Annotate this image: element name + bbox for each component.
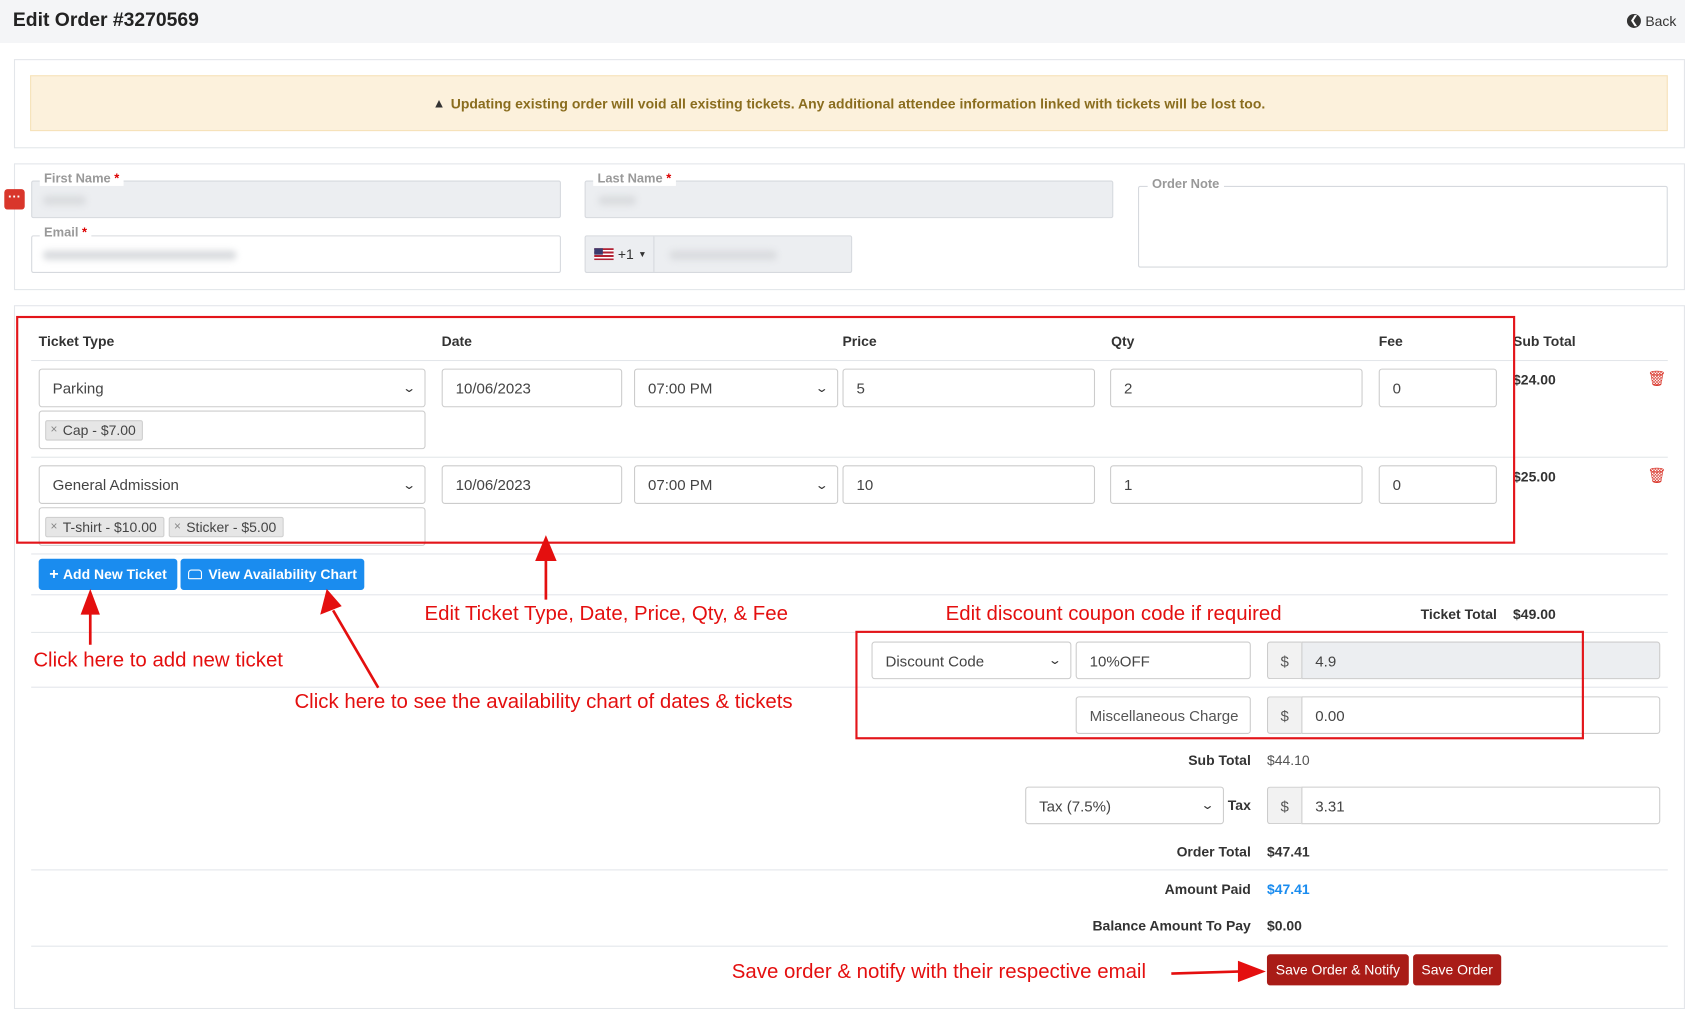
phone-field[interactable]: +1 ▼ [584,235,853,273]
order-note-field[interactable] [1138,185,1668,268]
tax-select[interactable]: Tax (7.5%) ⌄ [1025,786,1224,825]
divider [31,553,1668,555]
col-subtotal: Sub Total [1513,333,1576,350]
car-icon [187,569,202,580]
page-title: Edit Order #3270569 [12,8,199,31]
row-subtotal: $25.00 [1513,468,1556,485]
ticket-total-label: Ticket Total [1420,606,1497,623]
availability-label: View Availability Chart [208,566,357,583]
view-availability-button[interactable]: View Availability Chart [180,558,365,590]
row-subtotal: $24.00 [1513,371,1556,388]
annotation-availability: Click here to see the availability chart… [294,690,793,714]
annotation-edit-discount: Edit discount coupon code if required [945,602,1282,626]
annotation-edit-tickets: Edit Ticket Type, Date, Price, Qty, & Fe… [424,602,788,626]
caret-down-icon: ▼ [638,249,647,259]
tax-label: Tax [1227,797,1251,814]
chevron-down-icon: ⌄ [1200,799,1215,813]
back-button[interactable]: ❮ Back [1627,13,1676,29]
last-name-label: Last Name * [593,170,676,186]
save-order-notify-button[interactable]: Save Order & Notify [1266,954,1409,986]
order-note-label: Order Note [1147,176,1224,192]
warning-icon: ▲ [432,95,446,111]
first-name-field[interactable] [31,180,561,219]
divider [31,869,1668,871]
balance-value: $0.00 [1266,917,1302,934]
country-code-select[interactable]: +1 ▼ [586,236,655,272]
delete-ticket-icon[interactable]: 🗑 [1647,370,1666,388]
discount-highlight-box [855,630,1584,740]
sub-total-label: Sub Total [1188,752,1251,769]
annotation-save: Save order & notify with their respectiv… [731,960,1147,984]
annotation-add-ticket: Click here to add new ticket [33,649,283,672]
add-new-ticket-button[interactable]: + Add New Ticket [38,558,178,590]
us-flag-icon [594,248,614,261]
amount-paid-label: Amount Paid [1164,881,1251,898]
divider [31,945,1668,947]
warning-alert: ▲ Updating existing order will void all … [30,75,1668,132]
first-name-label: First Name * [39,170,124,186]
add-ticket-label: Add New Ticket [62,566,167,583]
tax-amount-input[interactable]: 3.31 [1301,786,1661,825]
order-total-label: Order Total [1176,843,1251,860]
last-name-field[interactable] [584,180,1114,219]
page-header [0,0,1685,43]
back-label: Back [1645,12,1677,30]
more-options-icon[interactable]: ··· [4,189,25,210]
delete-ticket-icon[interactable]: 🗑 [1647,466,1666,484]
back-arrow-icon: ❮ [1627,13,1642,28]
email-label: Email * [39,224,92,240]
balance-label: Balance Amount To Pay [1092,917,1251,934]
sub-total-value: $44.10 [1266,752,1310,769]
plus-icon: + [49,565,59,584]
divider [31,594,1668,596]
order-total-value: $47.41 [1266,843,1310,860]
phone-code: +1 [617,246,634,263]
save-order-button[interactable]: Save Order [1413,954,1502,986]
ticket-highlight-box [16,315,1516,544]
ticket-total-value: $49.00 [1513,606,1556,623]
email-field[interactable] [31,235,561,273]
warning-text: Updating existing order will void all ex… [450,95,1266,112]
amount-paid-value[interactable]: $47.41 [1267,881,1310,897]
currency-prefix: $ [1266,786,1302,825]
